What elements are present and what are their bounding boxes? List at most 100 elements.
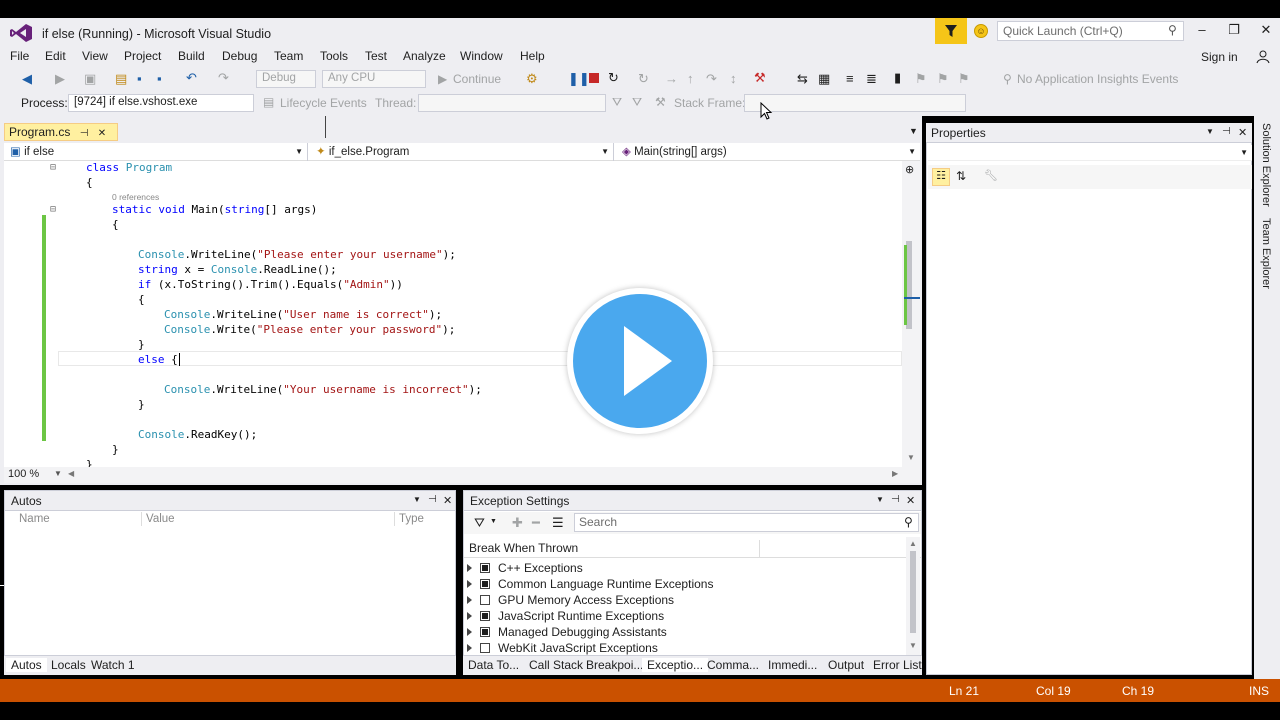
editor-vertical-scrollbar[interactable]: ⊕ ▼ <box>902 161 920 467</box>
tab-error-list[interactable]: Error List <box>868 658 927 672</box>
collapse-icon[interactable]: ⊟ <box>50 162 56 173</box>
expand-icon[interactable] <box>467 580 472 588</box>
stop-debugging-icon[interactable] <box>589 73 599 83</box>
split-icon[interactable]: ⊕ <box>905 163 914 176</box>
close-window-button[interactable]: ✕ <box>1256 22 1276 40</box>
scroll-right-icon[interactable]: ▶ <box>892 469 898 478</box>
tab-program-cs[interactable]: Program.cs ⊣ ✕ <box>4 123 118 141</box>
align-left-icon[interactable]: ≡ <box>846 71 854 86</box>
tab-call-stack[interactable]: Call Stack <box>524 658 588 672</box>
comment-icon[interactable]: ▦ <box>818 71 830 87</box>
expand-icon[interactable] <box>467 596 472 604</box>
sign-in-link[interactable]: Sign in <box>1201 50 1238 64</box>
quick-launch-input[interactable]: Quick Launch (Ctrl+Q) <box>997 21 1184 41</box>
exception-checkbox[interactable] <box>480 627 490 637</box>
exception-row-webkit[interactable]: WebKit JavaScript Exceptions <box>467 640 658 656</box>
zoom-chevron-down-icon[interactable]: ▼ <box>54 469 62 478</box>
alphabetical-icon[interactable]: ⇅ <box>956 169 966 183</box>
align-right-icon[interactable]: ≣ <box>866 71 877 87</box>
menu-team[interactable]: Team <box>274 49 303 63</box>
menu-window[interactable]: Window <box>460 49 503 63</box>
flag-filter-icon[interactable]: ⛛ <box>612 95 622 110</box>
menu-edit[interactable]: Edit <box>45 49 66 63</box>
property-pages-wrench-icon[interactable]: 🔧︎ <box>984 169 998 182</box>
flag-threads-icon[interactable]: ⛛ <box>632 95 642 110</box>
show-next-statement-icon[interactable]: ↻ <box>638 71 649 87</box>
tab-data-tools[interactable]: Data To... <box>463 658 524 672</box>
member-nav-select[interactable]: ◈ Main(string[] args) ▼ <box>618 143 920 161</box>
account-person-icon[interactable] <box>1256 50 1270 64</box>
remove-icon[interactable]: ━ <box>532 515 540 531</box>
tab-command[interactable]: Comma... <box>702 658 764 672</box>
prev-bookmark-icon[interactable]: ⚑ <box>915 71 927 87</box>
process-select[interactable]: [9724] if else.vshost.exe <box>68 94 254 112</box>
solution-explorer-tab[interactable]: Solution Explorer <box>1260 123 1272 207</box>
code-editor[interactable]: ⊟ ⊟ class Program { 0 references static … <box>4 161 902 467</box>
column-name[interactable]: Name <box>19 513 50 525</box>
platform-select[interactable]: Any CPU <box>322 70 426 88</box>
chevron-down-icon[interactable]: ▼ <box>876 495 884 504</box>
exception-row-clr[interactable]: Common Language Runtime Exceptions <box>467 576 713 592</box>
expand-icon[interactable] <box>467 628 472 636</box>
tab-autos[interactable]: Autos <box>6 658 47 672</box>
close-icon[interactable]: ✕ <box>1238 126 1247 139</box>
next-bookmark-icon[interactable]: ⚑ <box>937 71 949 87</box>
tab-immediate[interactable]: Immedi... <box>763 658 822 672</box>
exception-checkbox[interactable] <box>480 563 490 573</box>
code-lens-references[interactable]: 0 references <box>112 192 159 202</box>
step-icon[interactable]: ↕ <box>730 71 737 86</box>
back-icon[interactable]: ◀ <box>22 71 32 87</box>
thread-select[interactable] <box>418 94 606 112</box>
search-icon[interactable]: ⚲ <box>904 515 913 529</box>
pin-icon[interactable]: ⊣ <box>428 494 437 505</box>
scroll-up-icon[interactable]: ▲ <box>909 539 917 548</box>
undo-icon[interactable]: ↶ <box>186 70 197 86</box>
close-icon[interactable]: ✕ <box>443 494 452 507</box>
tab-locals[interactable]: Locals <box>46 658 91 672</box>
project-nav-select[interactable]: ▣ if else ▼ <box>6 143 308 161</box>
chevron-down-icon[interactable]: ▼ <box>490 518 497 525</box>
step-out-icon[interactable]: ↷ <box>706 71 717 87</box>
feedback-smile-icon[interactable]: ☺ <box>974 24 988 38</box>
menu-test[interactable]: Test <box>365 49 387 63</box>
pin-icon[interactable]: ⊣ <box>80 128 89 139</box>
pin-icon[interactable]: ⊣ <box>891 494 900 505</box>
exception-search-input[interactable]: Search <box>574 513 919 532</box>
redo-icon[interactable]: ↷ <box>218 70 229 86</box>
new-project-icon[interactable]: ▣ <box>84 71 96 87</box>
scroll-down-icon[interactable]: ▼ <box>909 641 917 650</box>
exception-row-js[interactable]: JavaScript Runtime Exceptions <box>467 608 664 624</box>
exception-checkbox[interactable] <box>480 579 490 589</box>
exception-scrollbar[interactable]: ▲ ▼ <box>906 537 920 655</box>
pin-icon[interactable]: ⊣ <box>1222 126 1231 137</box>
add-icon[interactable]: ✚ <box>512 515 523 531</box>
properties-object-select[interactable]: ▼ <box>928 145 1252 161</box>
continue-play-icon[interactable]: ▶ <box>438 72 447 86</box>
step-over-icon[interactable]: ↑ <box>687 71 694 86</box>
collapse-icon[interactable]: ⊟ <box>50 204 56 215</box>
zoom-level[interactable]: 100 % <box>8 468 39 480</box>
save-icon[interactable]: ▪ <box>137 71 142 86</box>
break-when-thrown-header[interactable]: Break When Thrown <box>469 541 578 555</box>
step-into-icon[interactable]: → <box>665 71 678 86</box>
lifecycle-events-button[interactable]: Lifecycle Events <box>280 96 367 110</box>
menu-analyze[interactable]: Analyze <box>403 49 446 63</box>
close-tab-icon[interactable]: ✕ <box>98 128 106 139</box>
list-view-icon[interactable]: ☰ <box>552 515 564 531</box>
restart-icon[interactable]: ↻ <box>608 70 619 86</box>
menu-file[interactable]: File <box>10 49 29 63</box>
restore-button[interactable]: ❐ <box>1224 22 1244 40</box>
column-type[interactable]: Type <box>399 513 424 525</box>
stack-frame-select[interactable] <box>744 94 966 112</box>
chevron-down-icon[interactable]: ▼ <box>1206 127 1214 136</box>
open-folder-icon[interactable]: ▤ <box>115 71 127 87</box>
solution-config-select[interactable]: Debug <box>256 70 316 88</box>
close-icon[interactable]: ✕ <box>906 494 915 507</box>
app-insights-button[interactable]: No Application Insights Events <box>1017 72 1178 86</box>
save-all-icon[interactable]: ▪ <box>157 71 162 86</box>
exception-row-gpu[interactable]: GPU Memory Access Exceptions <box>467 592 674 608</box>
exceptions-icon[interactable]: ⚒ <box>754 70 766 86</box>
scroll-thumb[interactable] <box>910 551 916 633</box>
tab-output[interactable]: Output <box>823 658 869 672</box>
menu-build[interactable]: Build <box>178 49 205 63</box>
